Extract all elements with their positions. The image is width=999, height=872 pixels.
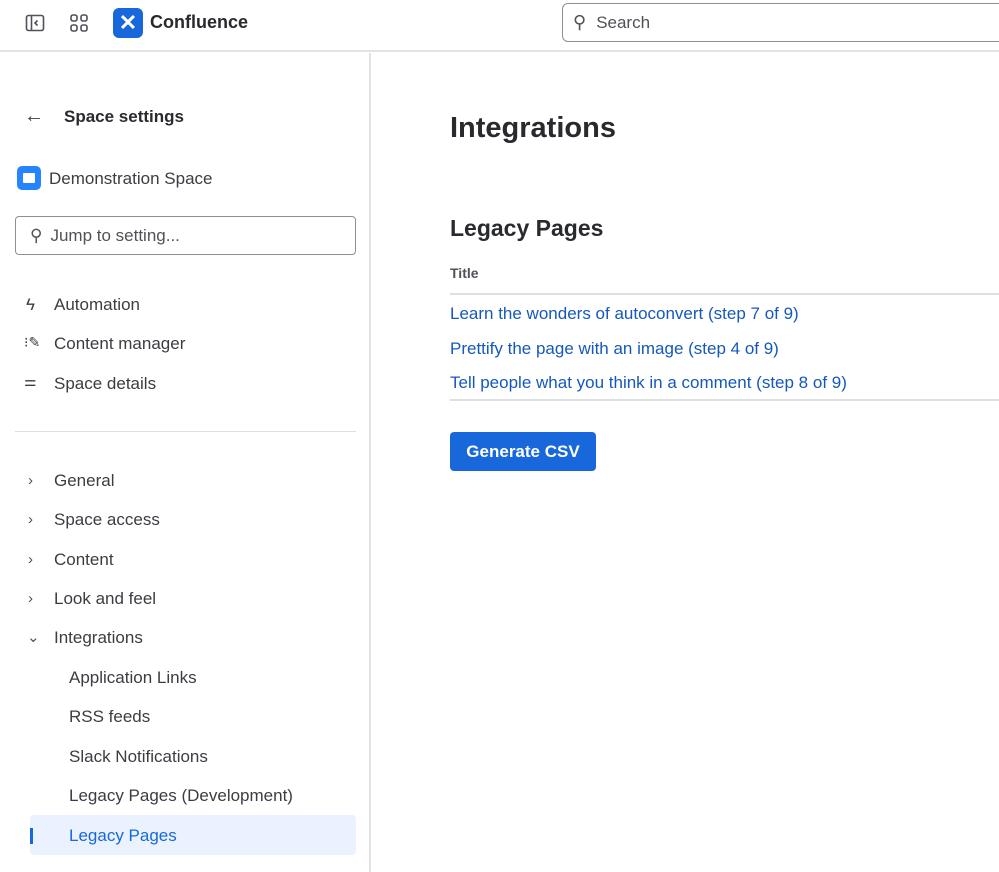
divider <box>15 431 356 432</box>
jump-to-setting-input[interactable]: ⚲ Jump to setting... <box>15 216 356 255</box>
chevron-right-icon[interactable]: › <box>28 511 33 528</box>
app-switcher-icon[interactable] <box>68 12 90 34</box>
table-row-link[interactable]: Prettify the page with an image (step 4 … <box>450 339 779 359</box>
brand-name[interactable]: Confluence <box>150 12 248 33</box>
nav-automation[interactable]: Automation <box>54 295 140 315</box>
nav-integrations[interactable]: Integrations <box>54 628 143 648</box>
nav-application-links[interactable]: Application Links <box>69 668 197 688</box>
search-input[interactable]: ⚲ Search <box>562 3 999 42</box>
content-manager-icon: ⁝✎ <box>24 334 41 350</box>
chevron-right-icon[interactable]: › <box>28 472 33 489</box>
section-title: Legacy Pages <box>450 215 604 241</box>
table-header-divider <box>450 293 999 295</box>
nav-space-access[interactable]: Space access <box>54 510 160 530</box>
search-placeholder: Search <box>596 12 651 32</box>
selected-indicator <box>30 828 33 844</box>
table-bottom-divider <box>450 399 999 401</box>
nav-content-manager[interactable]: Content manager <box>54 334 185 354</box>
lightning-icon: ϟ <box>26 295 35 314</box>
sidebar: ← Space settings Demonstration Space ⚲ J… <box>0 53 371 872</box>
chevron-right-icon[interactable]: › <box>28 590 33 607</box>
nav-slack-notifications[interactable]: Slack Notifications <box>69 747 208 767</box>
chevron-down-icon[interactable]: ⌄ <box>27 628 40 646</box>
confluence-logo-icon[interactable]: ✕ <box>113 8 143 38</box>
generate-csv-button[interactable]: Generate CSV <box>450 432 596 471</box>
column-header-title: Title <box>450 265 479 281</box>
nav-look-and-feel[interactable]: Look and feel <box>54 589 156 609</box>
top-nav: ✕ Confluence ⚲ Search <box>0 0 999 52</box>
table-row-link[interactable]: Learn the wonders of autoconvert (step 7… <box>450 304 799 324</box>
sliders-icon: ⚌ <box>24 373 37 389</box>
nav-legacy-pages[interactable]: Legacy Pages <box>69 826 177 846</box>
space-icon <box>17 166 41 190</box>
nav-rss-feeds[interactable]: RSS feeds <box>69 707 150 727</box>
nav-general[interactable]: General <box>54 471 114 491</box>
nav-space-details[interactable]: Space details <box>54 374 156 394</box>
nav-content[interactable]: Content <box>54 550 114 570</box>
jump-placeholder: Jump to setting... <box>50 225 180 245</box>
nav-legacy-pages-development[interactable]: Legacy Pages (Development) <box>69 786 293 806</box>
space-name[interactable]: Demonstration Space <box>49 169 212 189</box>
back-arrow-icon[interactable]: ← <box>24 105 44 128</box>
table-row-link[interactable]: Tell people what you think in a comment … <box>450 373 847 393</box>
chevron-right-icon[interactable]: › <box>28 551 33 568</box>
search-icon: ⚲ <box>30 225 43 245</box>
space-settings-heading: Space settings <box>64 107 184 126</box>
collapse-sidebar-icon[interactable] <box>24 12 46 34</box>
search-icon: ⚲ <box>573 12 587 32</box>
page-title: Integrations <box>450 112 616 144</box>
